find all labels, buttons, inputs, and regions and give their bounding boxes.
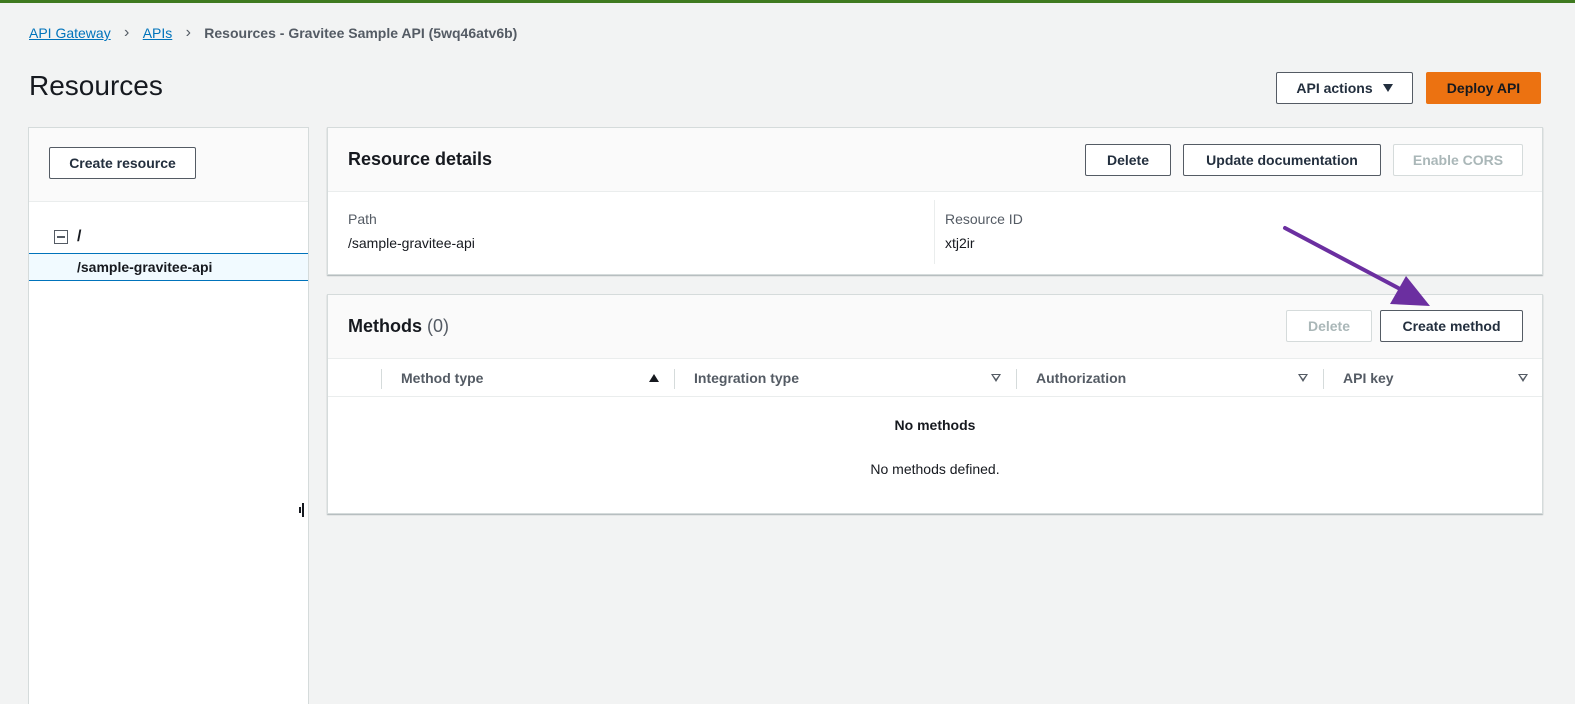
create-resource-button[interactable]: Create resource [49,147,196,179]
methods-card: Methods (0) Delete Create method Method … [327,294,1543,514]
resource-details-title: Resource details [348,149,493,169]
column-authorization[interactable]: Authorization [1036,359,1326,397]
sort-asc-icon[interactable] [649,374,659,382]
resource-id-value: xtj2ir [945,235,975,251]
empty-state-description: No methods defined. [870,461,1000,477]
breadcrumb-api-gateway[interactable]: API Gateway [29,25,111,41]
path-value: /sample-gravitee-api [348,235,475,251]
methods-count: (0) [427,316,450,336]
annotation-arrow [1283,226,1430,306]
column-api-key[interactable]: API key [1343,359,1533,397]
resize-handle-icon[interactable] [299,503,305,517]
column-divider [934,200,935,264]
column-authorization-label: Authorization [1036,370,1127,386]
breadcrumb-apis[interactable]: APIs [143,25,173,41]
resource-id-label: Resource ID [945,211,1023,227]
enable-cors-button[interactable]: Enable CORS [1393,144,1523,176]
update-documentation-button[interactable]: Update documentation [1183,144,1381,176]
column-api-key-label: API key [1343,370,1394,386]
tree-root-label: / [77,228,82,245]
tree-item-root[interactable]: / [54,228,81,246]
path-label: Path [348,211,377,227]
chevron-right-icon: › [124,24,130,41]
caret-down-icon [1382,84,1393,92]
tree-item-sample-gravitee-api[interactable]: /sample-gravitee-api [29,253,308,281]
api-actions-label: API actions [1296,80,1373,96]
api-actions-button[interactable]: API actions [1276,72,1413,104]
breadcrumb: API Gateway › APIs › Resources - Gravite… [29,24,517,42]
delete-resource-button[interactable]: Delete [1085,144,1171,176]
methods-table-header: Method type Integration type Authorizati… [328,359,1542,397]
column-integration-type[interactable]: Integration type [694,359,1004,397]
sort-desc-icon[interactable] [1518,374,1528,382]
page-title: Resources [29,70,163,101]
column-method-type[interactable]: Method type [401,359,671,397]
empty-state-title: No methods [894,417,976,433]
column-method-type-label: Method type [401,370,484,386]
column-integration-type-label: Integration type [694,370,800,386]
collapse-minus-icon[interactable] [54,230,68,244]
methods-title: Methods (0) [348,316,449,337]
resource-details-header: Resource details Delete Update documenta… [328,128,1542,192]
breadcrumb-current: Resources - Gravitee Sample API (5wq46at… [204,25,518,41]
sort-desc-icon[interactable] [991,374,1001,382]
deploy-api-button[interactable]: Deploy API [1426,72,1541,104]
sort-desc-icon[interactable] [1298,374,1308,382]
chevron-right-icon: › [185,24,191,41]
top-strip [0,0,1575,3]
methods-title-text: Methods [348,316,422,336]
resource-tree-panel: Create resource / /sample-gravitee-api [28,127,309,704]
tree-item-label: /sample-gravitee-api [77,259,213,275]
resource-tree-toolbar: Create resource [29,128,308,202]
